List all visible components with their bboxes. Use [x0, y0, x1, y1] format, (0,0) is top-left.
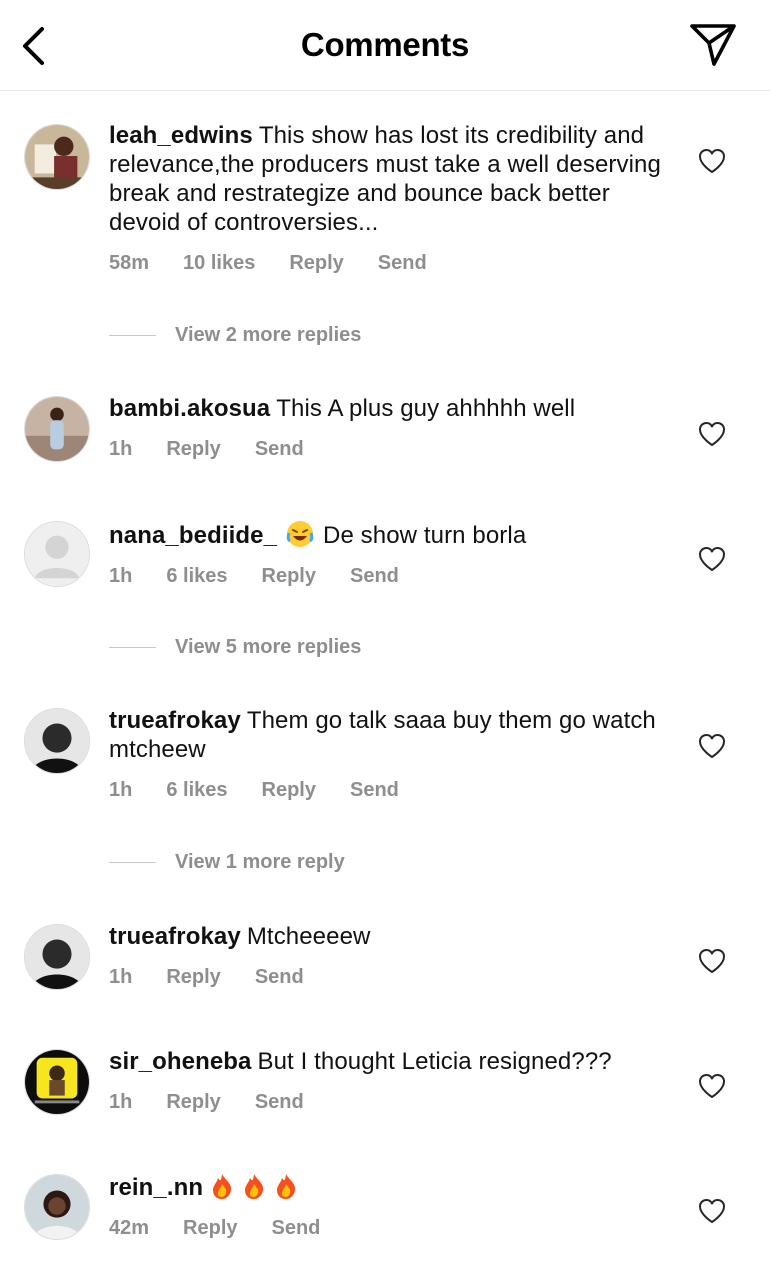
send-button[interactable]: Send: [255, 438, 304, 461]
reply-thread-line: [109, 861, 156, 863]
comment-meta: 58m 10 likes Reply Send: [109, 252, 669, 275]
timestamp: 1h: [109, 966, 133, 988]
heart-outline-icon[interactable]: [696, 1070, 728, 1102]
comment-text: rein_.nn: [109, 1172, 669, 1202]
timestamp: 1h: [109, 779, 133, 801]
share-button[interactable]: [686, 20, 740, 70]
username[interactable]: sir_oheneba: [109, 1048, 252, 1075]
fire-emoji-icon: [277, 1174, 296, 1199]
avatar[interactable]: [24, 708, 90, 774]
reply-button[interactable]: Reply: [166, 438, 220, 461]
reply-button[interactable]: Reply: [262, 779, 316, 802]
comment-text: bambi.akosua This A plus guy ahhhhh well: [109, 394, 669, 423]
likes-count[interactable]: 6 likes: [166, 565, 227, 588]
header: Comments: [0, 0, 770, 91]
comment-body: This A plus guy ahhhhh well: [276, 395, 576, 422]
comment-meta: 1h Reply Send: [109, 966, 669, 989]
timestamp: 1h: [109, 438, 133, 460]
view-replies-button[interactable]: View 5 more replies: [109, 632, 361, 662]
paper-plane-icon: [690, 24, 736, 66]
comment-text: sir_oheneba But I thought Leticia resigne…: [109, 1047, 669, 1076]
avatar[interactable]: [24, 124, 90, 190]
reply-button[interactable]: Reply: [166, 966, 220, 989]
comment-meta: 1h Reply Send: [109, 438, 669, 461]
avatar[interactable]: [24, 1049, 90, 1115]
username[interactable]: nana_bediide_: [109, 522, 277, 549]
comment-body: Mtcheeeew: [246, 923, 371, 950]
laughing-emoji-icon: [286, 521, 314, 547]
comment-text: trueafrokay Them go talk saaa buy them go…: [109, 706, 669, 764]
comment-meta: 1h 6 likes Reply Send: [109, 779, 669, 802]
reply-button[interactable]: Reply: [183, 1217, 237, 1240]
fire-emoji-icon: [245, 1174, 264, 1199]
send-button[interactable]: Send: [272, 1217, 321, 1240]
avatar[interactable]: [24, 396, 90, 462]
heart-outline-icon[interactable]: [696, 543, 728, 575]
page-title: Comments: [300, 26, 470, 63]
heart-outline-icon[interactable]: [696, 418, 728, 450]
avatar[interactable]: [24, 924, 90, 990]
heart-outline-icon[interactable]: [696, 1195, 728, 1227]
send-button[interactable]: Send: [350, 565, 399, 588]
timestamp: 42m: [109, 1217, 150, 1239]
heart-outline-icon[interactable]: [696, 730, 728, 762]
send-button[interactable]: Send: [255, 1091, 304, 1114]
heart-outline-icon[interactable]: [696, 145, 728, 177]
send-button[interactable]: Send: [378, 252, 427, 275]
username[interactable]: leah_edwins: [109, 122, 253, 149]
comment-body: De show turn borla: [323, 522, 527, 549]
timestamp: 1h: [109, 565, 133, 587]
comment-meta: 1h 6 likes Reply Send: [109, 565, 669, 588]
send-button[interactable]: Send: [350, 779, 399, 802]
view-replies-button[interactable]: View 2 more replies: [109, 320, 361, 350]
reply-thread-line: [109, 334, 156, 336]
view-replies-button[interactable]: View 1 more reply: [109, 847, 345, 877]
timestamp: 58m: [109, 252, 150, 274]
comment-text: nana_bediide_ De show turn borla: [109, 519, 669, 550]
fire-emoji-icon: [213, 1174, 232, 1199]
username[interactable]: trueafrokay: [109, 707, 241, 734]
avatar[interactable]: [24, 1174, 90, 1240]
username[interactable]: trueafrokay: [109, 923, 241, 950]
reply-button[interactable]: Reply: [289, 252, 343, 275]
avatar[interactable]: [24, 521, 90, 587]
send-button[interactable]: Send: [255, 966, 304, 989]
comment-text: leah_edwins This show has lost its credib…: [109, 121, 669, 237]
reply-button[interactable]: Reply: [262, 565, 316, 588]
comment-text: trueafrokay Mtcheeeew: [109, 922, 669, 951]
username[interactable]: bambi.akosua: [109, 395, 270, 422]
reply-button[interactable]: Reply: [166, 1091, 220, 1114]
comment-body: But I thought Leticia resigned???: [257, 1048, 612, 1075]
timestamp: 1h: [109, 1091, 133, 1113]
comment-meta: 1h Reply Send: [109, 1091, 669, 1114]
comment-meta: 42m Reply Send: [109, 1217, 669, 1240]
likes-count[interactable]: 10 likes: [183, 252, 255, 275]
username[interactable]: rein_.nn: [109, 1174, 203, 1201]
likes-count[interactable]: 6 likes: [166, 779, 227, 802]
heart-outline-icon[interactable]: [696, 945, 728, 977]
reply-thread-line: [109, 646, 156, 648]
